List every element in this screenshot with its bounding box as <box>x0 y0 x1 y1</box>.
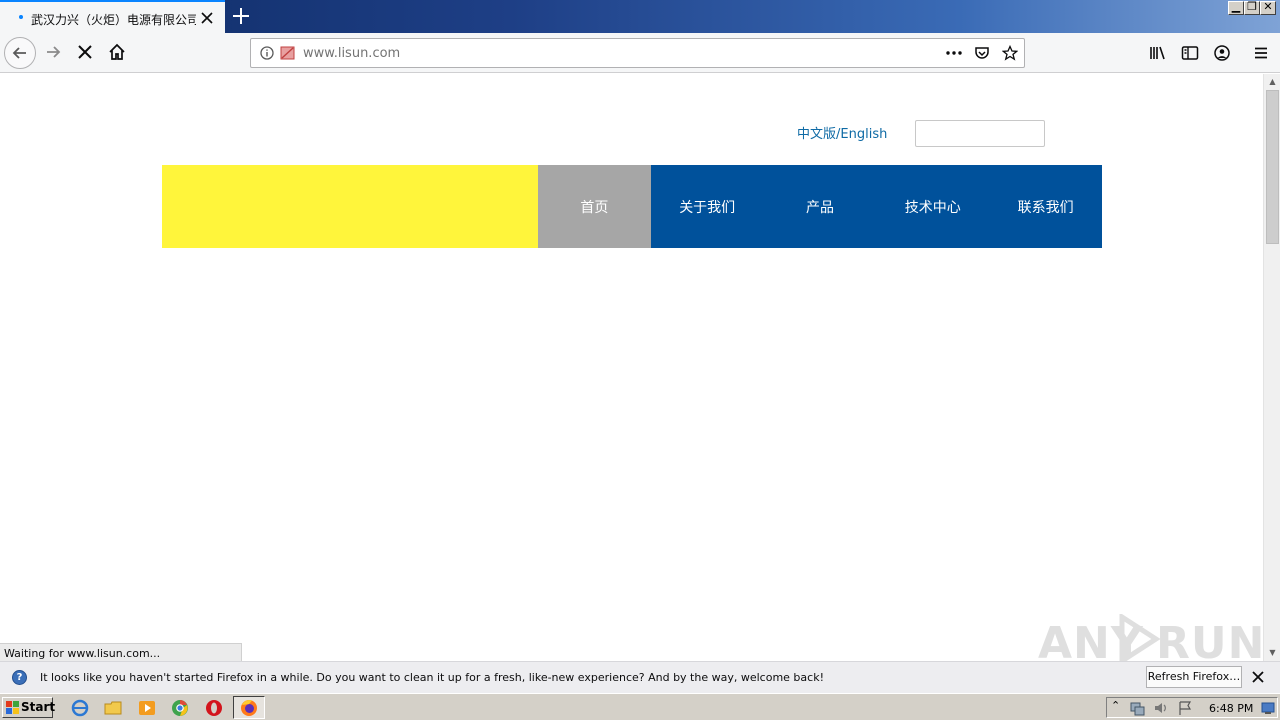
chrome-icon[interactable] <box>171 699 189 717</box>
watermark-logo: ANY RUN <box>1038 612 1264 669</box>
firefox-icon <box>241 700 257 716</box>
windows-logo-icon <box>6 701 19 714</box>
nav-item-about[interactable]: 关于我们 <box>651 165 764 248</box>
browser-tab[interactable]: 武汉力兴（火炬）电源有限公司-力 <box>0 0 225 33</box>
tab-title: 武汉力兴（火炬）电源有限公司-力 <box>31 13 196 27</box>
media-player-icon[interactable] <box>138 699 156 717</box>
main-nav: 首页 关于我们 产品 技术中心 联系我们 <box>538 165 1102 248</box>
explorer-folder-icon[interactable] <box>104 699 122 717</box>
nav-item-products[interactable]: 产品 <box>764 165 877 248</box>
url-bar[interactable]: www.lisun.com <box>250 38 1025 68</box>
close-window-button[interactable]: ✕ <box>1260 0 1276 15</box>
start-label: Start <box>21 700 56 714</box>
notification-message: It looks like you haven't started Firefo… <box>40 671 824 684</box>
help-icon: ? <box>12 670 27 685</box>
minimize-icon: ▁ <box>1231 0 1241 13</box>
firefox-taskbar-button[interactable] <box>233 696 265 719</box>
show-desktop-icon[interactable] <box>1261 701 1275 715</box>
taskbar: Start ⌃ 6:48 PM <box>0 693 1280 720</box>
notification-bar: ? It looks like you haven't started Fire… <box>0 661 1280 693</box>
title-bar: 武汉力兴（火炬）电源有限公司-力 ▁ ❐ ✕ <box>0 0 1280 33</box>
restore-icon: ❐ <box>1247 0 1257 13</box>
close-tab-icon[interactable] <box>199 10 215 26</box>
close-notification-icon[interactable] <box>1250 669 1266 685</box>
language-switch: 中文版/English <box>797 123 887 142</box>
menu-hamburger-icon[interactable] <box>1253 45 1269 61</box>
play-triangle-icon <box>1119 614 1160 664</box>
info-icon[interactable] <box>260 46 274 60</box>
bookmark-star-icon[interactable] <box>1002 45 1018 61</box>
page-scrollbar[interactable]: ▲ ▼ <box>1263 74 1280 661</box>
forward-arrow-icon <box>47 46 61 58</box>
more-actions-icon[interactable] <box>945 47 963 59</box>
lang-chinese-link[interactable]: 中文版 <box>797 127 836 142</box>
system-tray: ⌃ 6:48 PM <box>1106 697 1278 718</box>
scroll-up-icon[interactable]: ▲ <box>1265 74 1280 90</box>
home-icon <box>109 43 125 60</box>
minimize-button[interactable]: ▁ <box>1228 0 1244 15</box>
action-center-flag-icon[interactable] <box>1177 700 1193 716</box>
insecure-site-icon[interactable] <box>280 46 295 60</box>
opera-icon[interactable] <box>205 699 223 717</box>
account-icon[interactable] <box>1213 44 1231 62</box>
pocket-icon[interactable] <box>974 45 990 61</box>
nav-item-contact[interactable]: 联系我们 <box>989 165 1102 248</box>
nav-item-home[interactable]: 首页 <box>538 165 651 248</box>
nav-item-tech-center[interactable]: 技术中心 <box>876 165 989 248</box>
new-tab-icon[interactable] <box>229 5 253 27</box>
site-search-input[interactable] <box>915 120 1045 147</box>
volume-icon[interactable] <box>1153 700 1169 716</box>
ie-icon[interactable] <box>71 699 89 717</box>
url-text[interactable]: www.lisun.com <box>303 46 400 61</box>
clock[interactable]: 6:48 PM <box>1209 702 1253 715</box>
stop-button[interactable] <box>70 37 102 69</box>
forward-button[interactable] <box>38 37 70 69</box>
home-button[interactable] <box>102 37 134 69</box>
scroll-down-icon[interactable]: ▼ <box>1265 645 1280 661</box>
sidebar-icon[interactable] <box>1181 45 1199 61</box>
back-button[interactable] <box>4 37 36 69</box>
back-arrow-icon <box>12 47 26 59</box>
stop-icon <box>78 45 92 59</box>
lang-english-link[interactable]: English <box>840 127 887 142</box>
tray-expand-icon[interactable]: ⌃ <box>1111 699 1120 712</box>
library-icon[interactable] <box>1149 45 1167 61</box>
loading-dot-icon <box>19 15 23 19</box>
status-bar: Waiting for www.lisun.com... <box>0 643 242 661</box>
refresh-firefox-button[interactable]: Refresh Firefox… <box>1146 666 1242 688</box>
scroll-thumb[interactable] <box>1266 90 1279 244</box>
logo-area[interactable] <box>162 165 538 248</box>
close-window-icon: ✕ <box>1263 0 1273 13</box>
url-host: www.lisun.com <box>303 46 401 61</box>
status-text: Waiting for www.lisun.com... <box>4 647 161 660</box>
restore-button[interactable]: ❐ <box>1244 0 1260 15</box>
network-icon[interactable] <box>1129 700 1145 716</box>
start-button[interactable]: Start <box>2 697 56 718</box>
